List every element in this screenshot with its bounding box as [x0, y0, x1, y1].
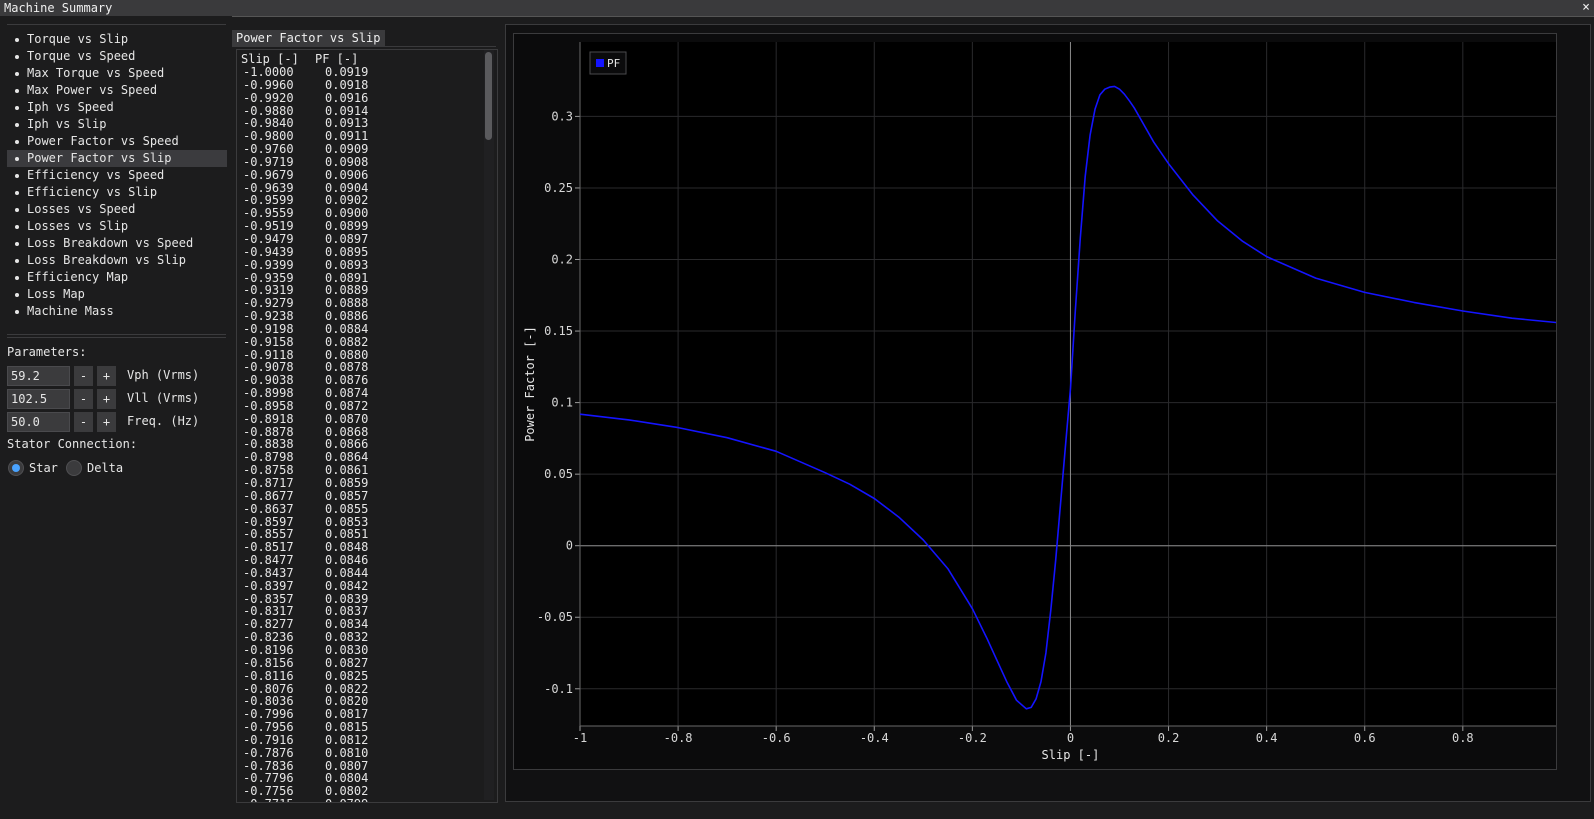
- x-tick-label: -0.4: [860, 731, 889, 745]
- x-axis-label: Slip [-]: [1042, 748, 1100, 762]
- x-tick-label: 0.6: [1354, 731, 1376, 745]
- y-tick-label: 0.15: [544, 324, 573, 338]
- y-tick-label: 0.2: [551, 253, 573, 267]
- x-tick-label: -1: [573, 731, 587, 745]
- legend-label: PF: [607, 57, 620, 70]
- x-tick-label: 0.2: [1158, 731, 1180, 745]
- power-factor-chart[interactable]: -1 -0.8 -0.6 -0.4 -0.2 0 0.2 0.4 0.6 0.8 -0.1 -0.05…: [0, 0, 1594, 819]
- x-tick-label: -0.2: [958, 731, 987, 745]
- plot-area[interactable]: [580, 42, 1556, 726]
- y-tick-label: 0.05: [544, 467, 573, 481]
- legend-swatch: [596, 59, 604, 67]
- x-tick-label: 0.8: [1452, 731, 1474, 745]
- y-tick-label: -0.1: [544, 682, 573, 696]
- y-tick-label: 0.3: [551, 109, 573, 123]
- x-tick-label: 0.4: [1256, 731, 1278, 745]
- y-axis-label: Power Factor [-]: [523, 326, 537, 442]
- x-tick-label: 0: [1067, 731, 1074, 745]
- y-tick-label: 0.1: [551, 396, 573, 410]
- y-tick-label: -0.05: [537, 610, 573, 624]
- x-tick-label: -0.8: [664, 731, 693, 745]
- x-tick-label: -0.6: [762, 731, 791, 745]
- y-tick-label: 0: [566, 539, 573, 553]
- y-tick-label: 0.25: [544, 181, 573, 195]
